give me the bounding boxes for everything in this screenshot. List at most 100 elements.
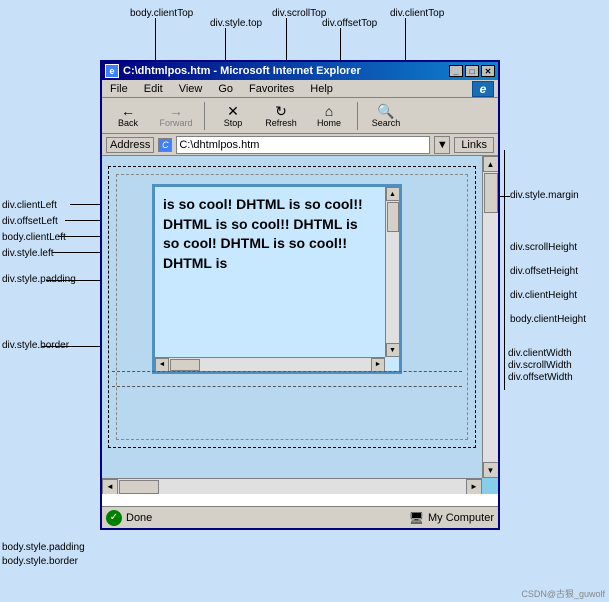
annotation-body-client-height: body.clientHeight [510, 314, 586, 325]
vline-right2 [504, 190, 505, 390]
div-text: is so cool! DHTML is so cool!! DHTML is … [163, 195, 375, 273]
main-scrollbar-horizontal[interactable]: ◄ ► [102, 478, 482, 494]
div-scroll-thumb-v[interactable] [387, 202, 399, 232]
page-icon: C [158, 138, 172, 152]
div-scroll-up-button[interactable]: ▲ [386, 187, 400, 201]
stop-icon: ✕ [227, 104, 239, 118]
forward-icon: → [169, 104, 183, 118]
scroll-track-h [118, 479, 466, 495]
title-bar: e C:\dhtmlpos.htm - Microsoft Internet E… [102, 62, 498, 80]
browser-icon: e [105, 64, 119, 78]
annotation-body-style-padding: body.style.padding [2, 542, 85, 553]
div-scrollbar-vertical[interactable]: ▲ ▼ [385, 187, 399, 357]
toolbar: ← Back → Forward ✕ Stop ↻ Refresh ⌂ Home… [102, 98, 498, 134]
annotation-div-client-left: div.clientLeft [2, 200, 57, 211]
line-style-left [52, 252, 100, 253]
line-offset-left [65, 220, 100, 221]
annotation-body-style-border: body.style.border [2, 556, 78, 567]
annotation-div-offset-width: div.offsetWidth [508, 372, 573, 383]
annotation-div-style-margin: div.style.margin [510, 190, 579, 201]
annotation-div-scroll-height: div.scrollHeight [510, 242, 577, 253]
content-area: ▲ ▼ ◄ ► is so cool! DHTML is so cool [102, 156, 498, 494]
vline-right1 [504, 150, 505, 190]
annotation-div-scroll-top: div.scrollTop [272, 8, 326, 19]
browser-window: e C:\dhtmlpos.htm - Microsoft Internet E… [100, 60, 500, 530]
status-zone: My Computer [428, 512, 494, 524]
line-div-offset-top [340, 28, 341, 62]
line-style-border [42, 346, 100, 347]
window-title: C:\dhtmlpos.htm - Microsoft Internet Exp… [123, 65, 361, 77]
address-value: C:\dhtmlpos.htm [179, 139, 259, 151]
refresh-button[interactable]: ↻ Refresh [259, 100, 303, 132]
forward-label: Forward [159, 118, 192, 128]
address-input[interactable]: C:\dhtmlpos.htm [176, 136, 430, 154]
menu-favorites[interactable]: Favorites [245, 82, 298, 96]
home-icon: ⌂ [325, 104, 333, 118]
div-scroll-track-v [386, 201, 400, 343]
stop-label: Stop [224, 118, 243, 128]
line-body-client-left [58, 236, 100, 237]
status-right: 🖥 My Computer [409, 511, 494, 525]
title-bar-left: e C:\dhtmlpos.htm - Microsoft Internet E… [105, 64, 361, 78]
computer-icon: 🖥 [409, 511, 424, 525]
search-button[interactable]: 🔍 Search [364, 100, 408, 132]
scroll-thumb-h[interactable] [119, 480, 159, 494]
scroll-up-button[interactable]: ▲ [483, 156, 499, 172]
back-button[interactable]: ← Back [106, 100, 150, 132]
home-button[interactable]: ⌂ Home [307, 100, 351, 132]
annotation-div-client-top: div.clientTop [390, 8, 444, 19]
scroll-left-button[interactable]: ◄ [102, 479, 118, 495]
annotation-div-style-left: div.style.left [2, 248, 54, 259]
annotation-div-offset-height: div.offsetHeight [510, 266, 578, 277]
div-content-text: is so cool! DHTML is so cool!! DHTML is … [163, 195, 391, 363]
close-button[interactable]: ✕ [481, 65, 495, 77]
search-label: Search [372, 118, 401, 128]
measure-line-h2 [112, 386, 462, 387]
ie-logo: e [472, 81, 494, 97]
annotation-div-style-top: div.style.top [210, 18, 262, 29]
address-label: Address [106, 137, 154, 153]
line-client-left [70, 204, 100, 205]
toolbar-separator [204, 102, 205, 130]
menu-file[interactable]: File [106, 82, 132, 96]
line-div-client-top [405, 18, 406, 62]
menu-view[interactable]: View [175, 82, 207, 96]
maximize-button[interactable]: □ [465, 65, 479, 77]
line-body-client-top [155, 18, 156, 62]
minimize-button[interactable]: _ [449, 65, 463, 77]
address-dropdown-button[interactable]: ▼ [434, 136, 450, 154]
menu-bar: File Edit View Go Favorites Help e [102, 80, 498, 98]
refresh-icon: ↻ [275, 104, 287, 118]
line-div-scroll-top [286, 18, 287, 62]
home-label: Home [317, 118, 341, 128]
div-scroll-down-button[interactable]: ▼ [386, 343, 400, 357]
annotation-div-offset-left: div.offsetLeft [2, 216, 58, 227]
links-button[interactable]: Links [454, 137, 494, 153]
scroll-thumb-v[interactable] [484, 173, 498, 213]
menu-edit[interactable]: Edit [140, 82, 167, 96]
back-label: Back [118, 118, 138, 128]
menu-help[interactable]: Help [306, 82, 337, 96]
watermark: CSDN@古狠_guwolf [521, 587, 605, 600]
status-bar: ✓ Done 🖥 My Computer [102, 506, 498, 528]
stop-button[interactable]: ✕ Stop [211, 100, 255, 132]
div-scroll-track-h [169, 358, 371, 372]
scroll-right-button[interactable]: ► [466, 479, 482, 495]
div-scrollbar-horizontal[interactable]: ◄ ► [155, 357, 385, 371]
div-element: ▲ ▼ ◄ ► is so cool! DHTML is so cool [152, 184, 402, 374]
toolbar-separator2 [357, 102, 358, 130]
annotation-div-client-height: div.clientHeight [510, 290, 577, 301]
address-bar: Address C C:\dhtmlpos.htm ▼ Links [102, 134, 498, 156]
main-scrollbar-vertical[interactable]: ▲ ▼ [482, 156, 498, 478]
div-scroll-right-button[interactable]: ► [371, 358, 385, 372]
search-icon: 🔍 [377, 104, 394, 118]
div-scroll-thumb-h[interactable] [170, 359, 200, 371]
div-scroll-left-button[interactable]: ◄ [155, 358, 169, 372]
page-body: ▲ ▼ ◄ ► is so cool! DHTML is so cool [102, 156, 482, 478]
scroll-down-button[interactable]: ▼ [483, 462, 499, 478]
annotation-div-offset-top: div.offsetTop [322, 18, 377, 29]
scroll-track-v [483, 172, 499, 462]
forward-button[interactable]: → Forward [154, 100, 198, 132]
menu-go[interactable]: Go [214, 82, 237, 96]
status-text: Done [126, 512, 152, 524]
